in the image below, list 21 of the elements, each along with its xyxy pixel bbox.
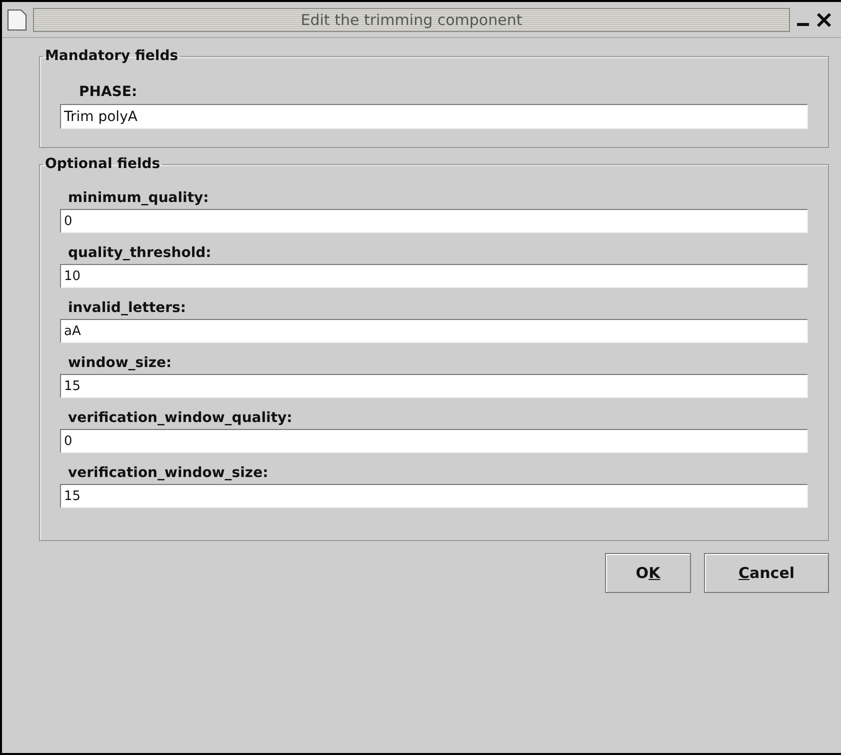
input-field[interactable]: 15 <box>60 374 808 398</box>
field-label: window_size: <box>68 355 173 371</box>
input-field[interactable]: 15 <box>60 484 808 508</box>
field-label: PHASE: <box>79 84 138 100</box>
input-field[interactable]: 10 <box>60 264 808 288</box>
input-field[interactable]: 0 <box>60 429 808 453</box>
field-label: invalid_letters: <box>68 300 187 316</box>
field-label: verification_window_quality: <box>68 410 294 426</box>
window-title: Edit the trimming component <box>300 10 522 28</box>
input-field[interactable]: 0 <box>60 209 808 233</box>
input-field[interactable]: Trim polyA <box>60 104 808 129</box>
field-label: quality_threshold: <box>68 245 212 261</box>
field-label: minimum_quality: <box>68 190 210 206</box>
input-field[interactable]: aA <box>60 319 808 343</box>
group-title: Optional fields <box>44 156 162 172</box>
field-label: verification_window_size: <box>68 465 270 481</box>
dialog-button[interactable]: Cancel <box>704 553 829 593</box>
dialog-button[interactable]: OK <box>605 553 691 593</box>
window-menu-icon[interactable] <box>7 8 27 30</box>
group-title: Mandatory fields <box>44 48 180 64</box>
close-icon[interactable] <box>816 12 832 28</box>
